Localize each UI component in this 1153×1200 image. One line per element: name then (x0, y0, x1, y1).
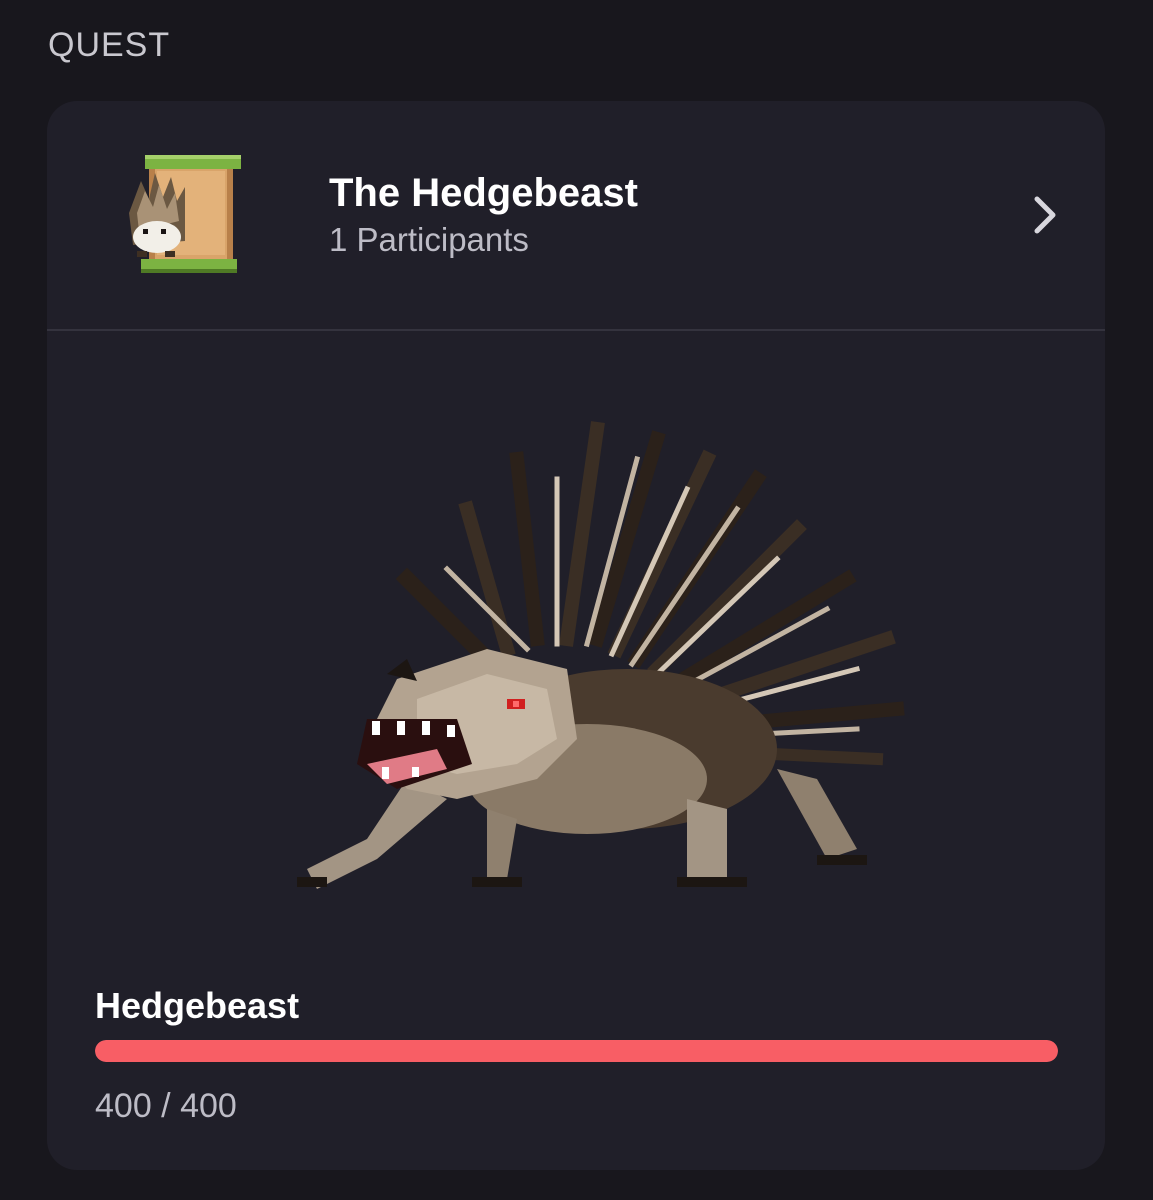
chevron-right-icon[interactable] (1025, 195, 1065, 235)
quest-header-row[interactable]: The Hedgebeast 1 Participants (47, 101, 1105, 329)
quest-scroll-icon (119, 151, 253, 281)
boss-health-separator: / (151, 1087, 181, 1125)
boss-name: Hedgebeast (95, 985, 300, 1026)
quest-title: The Hedgebeast (329, 171, 638, 215)
boss-health-current: 400 (95, 1087, 152, 1125)
divider (47, 329, 1105, 331)
quest-card: The Hedgebeast 1 Participants Hedgebeast… (47, 101, 1105, 1170)
quest-participants-count: 1 Participants (329, 221, 529, 258)
section-title-quest: QUEST (48, 26, 171, 64)
boss-health-bar (95, 1040, 1058, 1062)
boss-health-max: 400 (180, 1087, 237, 1125)
boss-health-text: 400 / 400 (95, 1087, 237, 1126)
hedgebeast-icon (257, 419, 917, 919)
boss-health-fill (95, 1040, 1058, 1062)
